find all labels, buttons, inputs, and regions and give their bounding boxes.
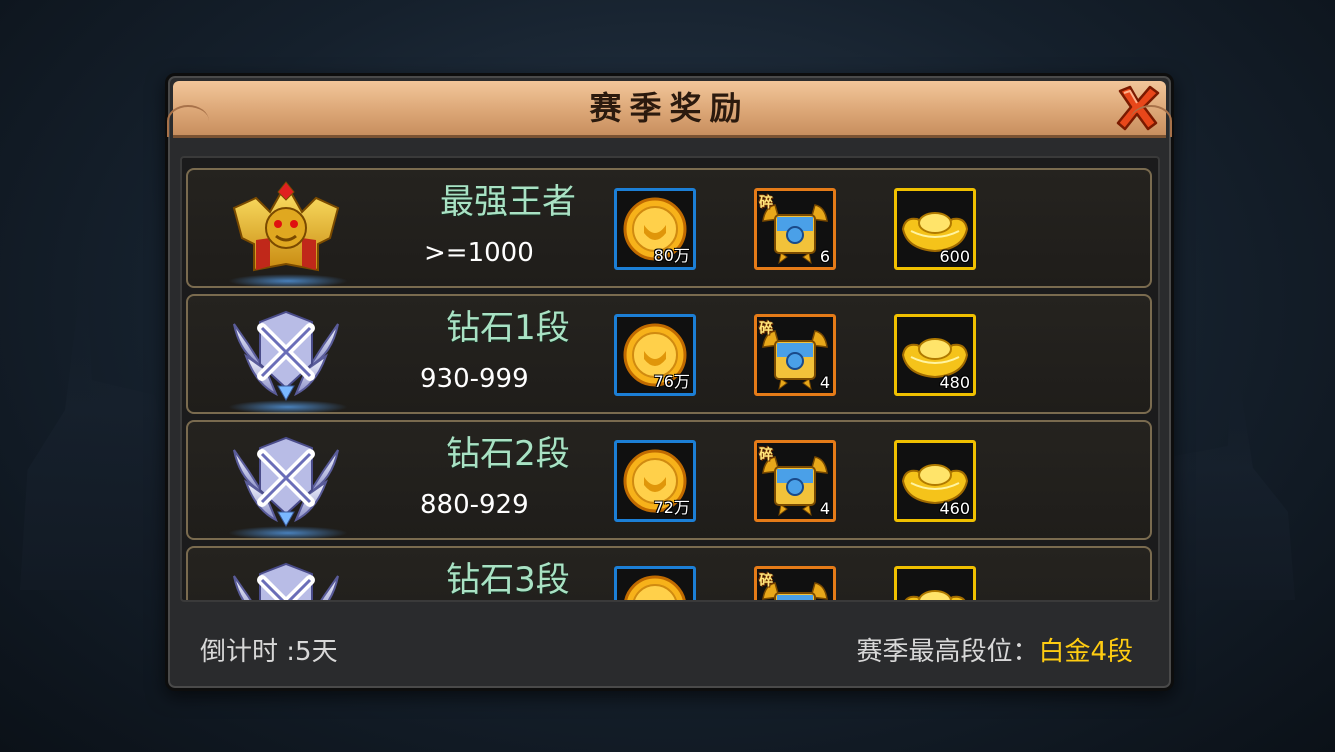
rank-name: 钻石1段 bbox=[446, 308, 570, 348]
rank-score-range: 880-929 bbox=[420, 490, 529, 520]
reward-quantity: 460 bbox=[939, 499, 970, 518]
reward-list[interactable]: 最强王者 >=1000 80万碎 6 600 钻石1段 930-999 76万碎 4 480 钻石2… bbox=[180, 156, 1160, 602]
reward-quantity: 80万 bbox=[653, 246, 690, 265]
gold-coin-icon bbox=[624, 575, 686, 600]
countdown-text: 倒计时 :5天 bbox=[200, 637, 338, 667]
shard-tag: 碎 bbox=[759, 321, 773, 337]
reward-quantity: 72万 bbox=[653, 498, 690, 517]
king-emblem-icon bbox=[226, 178, 346, 282]
reward-coin[interactable]: 72万 bbox=[614, 440, 696, 522]
close-x-icon bbox=[1116, 85, 1160, 131]
reward-coin[interactable]: 80万 bbox=[614, 188, 696, 270]
rank-score-range: 930-999 bbox=[420, 364, 529, 394]
reward-gold-ingot[interactable]: 460 bbox=[894, 440, 976, 522]
reward-quantity: 6 bbox=[819, 247, 830, 266]
reward-gold-ingot[interactable] bbox=[894, 566, 976, 600]
reward-chest-shard[interactable]: 碎6 bbox=[754, 188, 836, 270]
reward-quantity: 480 bbox=[939, 373, 970, 392]
diamond-emblem-icon bbox=[226, 430, 346, 534]
reward-coin[interactable] bbox=[614, 566, 696, 600]
dialog-title: 赛季奖励 bbox=[589, 89, 750, 127]
gold-ingot-icon bbox=[904, 590, 966, 600]
background-ship-silhouette bbox=[1155, 380, 1295, 600]
background-ship-silhouette bbox=[20, 290, 170, 590]
emblem-glow bbox=[228, 274, 348, 288]
diamond-emblem-icon bbox=[226, 304, 346, 408]
rank-name: 钻石2段 bbox=[446, 434, 570, 474]
reward-coin[interactable]: 76万 bbox=[614, 314, 696, 396]
reward-quantity: 600 bbox=[939, 247, 970, 266]
best-rank-value: 白金4段 bbox=[1038, 637, 1133, 667]
rank-name: 最强王者 bbox=[440, 182, 576, 222]
rank-name: 钻石3段 bbox=[446, 560, 570, 600]
shard-tag: 碎 bbox=[759, 447, 773, 463]
reward-chest-shard[interactable]: 碎4 bbox=[754, 314, 836, 396]
tier-row: 最强王者 >=1000 80万碎 6 600 bbox=[186, 168, 1152, 288]
rank-score-range: >=1000 bbox=[424, 238, 534, 268]
dialog-title-bar: 赛季奖励 bbox=[167, 81, 1172, 138]
best-rank: 赛季最高段位：白金4段 bbox=[856, 631, 1133, 668]
reward-gold-ingot[interactable]: 480 bbox=[894, 314, 976, 396]
shard-tag: 碎 bbox=[759, 195, 773, 211]
diamond-emblem-icon bbox=[226, 556, 346, 600]
emblem-glow bbox=[228, 400, 348, 414]
emblem-glow bbox=[228, 526, 348, 540]
best-rank-label: 赛季最高段位： bbox=[856, 637, 1039, 667]
tier-row: 钻石3段 碎 bbox=[186, 546, 1152, 600]
tier-row: 钻石1段 930-999 76万碎 4 480 bbox=[186, 294, 1152, 414]
tier-row: 钻石2段 880-929 72万碎 4 460 bbox=[186, 420, 1152, 540]
reward-quantity: 4 bbox=[819, 499, 830, 518]
reward-quantity: 76万 bbox=[653, 372, 690, 391]
reward-chest-shard[interactable]: 碎4 bbox=[754, 440, 836, 522]
reward-chest-shard[interactable]: 碎 bbox=[754, 566, 836, 600]
shard-tag: 碎 bbox=[759, 573, 773, 589]
season-rewards-dialog: 赛季奖励 最强王者 >=1000 80万碎 6 600 钻石1段 930-999 76万碎 4 4… bbox=[165, 73, 1174, 691]
close-button[interactable] bbox=[1110, 83, 1164, 133]
reward-gold-ingot[interactable]: 600 bbox=[894, 188, 976, 270]
reward-quantity: 4 bbox=[819, 373, 830, 392]
